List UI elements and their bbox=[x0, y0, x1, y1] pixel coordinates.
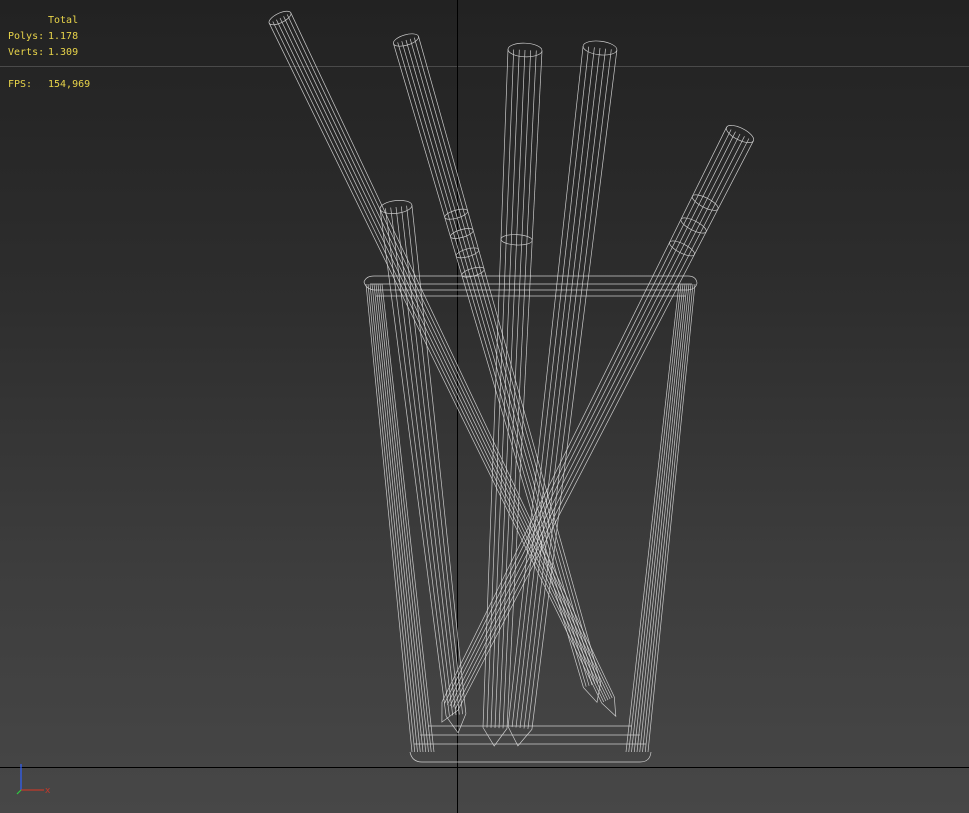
axis-y-line bbox=[16, 789, 22, 795]
stats-header: Total bbox=[48, 15, 79, 26]
stats-verts-row: Verts: 1.309 bbox=[8, 45, 90, 61]
statistics-overlay: Total Polys: 1.178 Verts: 1.309 FPS: 154,96… bbox=[8, 13, 90, 93]
wireframe-model[interactable] bbox=[0, 0, 969, 813]
stats-fps-row: FPS: 154,969 bbox=[8, 77, 90, 93]
polys-value: 1.178 bbox=[48, 31, 79, 42]
stats-header-row: Total bbox=[8, 13, 90, 29]
verts-label: Verts: bbox=[8, 47, 45, 58]
stats-polys-row: Polys: 1.178 bbox=[8, 29, 90, 45]
verts-value: 1.309 bbox=[48, 47, 79, 58]
fps-value: 154,969 bbox=[48, 79, 91, 90]
pencil-3-wireframe bbox=[483, 42, 542, 746]
fps-label: FPS: bbox=[8, 79, 33, 90]
axis-x-label: x bbox=[45, 786, 51, 796]
marker-wireframe bbox=[442, 122, 756, 722]
viewport-front[interactable]: Total Polys: 1.178 Verts: 1.309 FPS: 154,96… bbox=[0, 0, 969, 813]
axis-gizmo-icon: x bbox=[16, 764, 51, 796]
polys-label: Polys: bbox=[8, 31, 45, 42]
